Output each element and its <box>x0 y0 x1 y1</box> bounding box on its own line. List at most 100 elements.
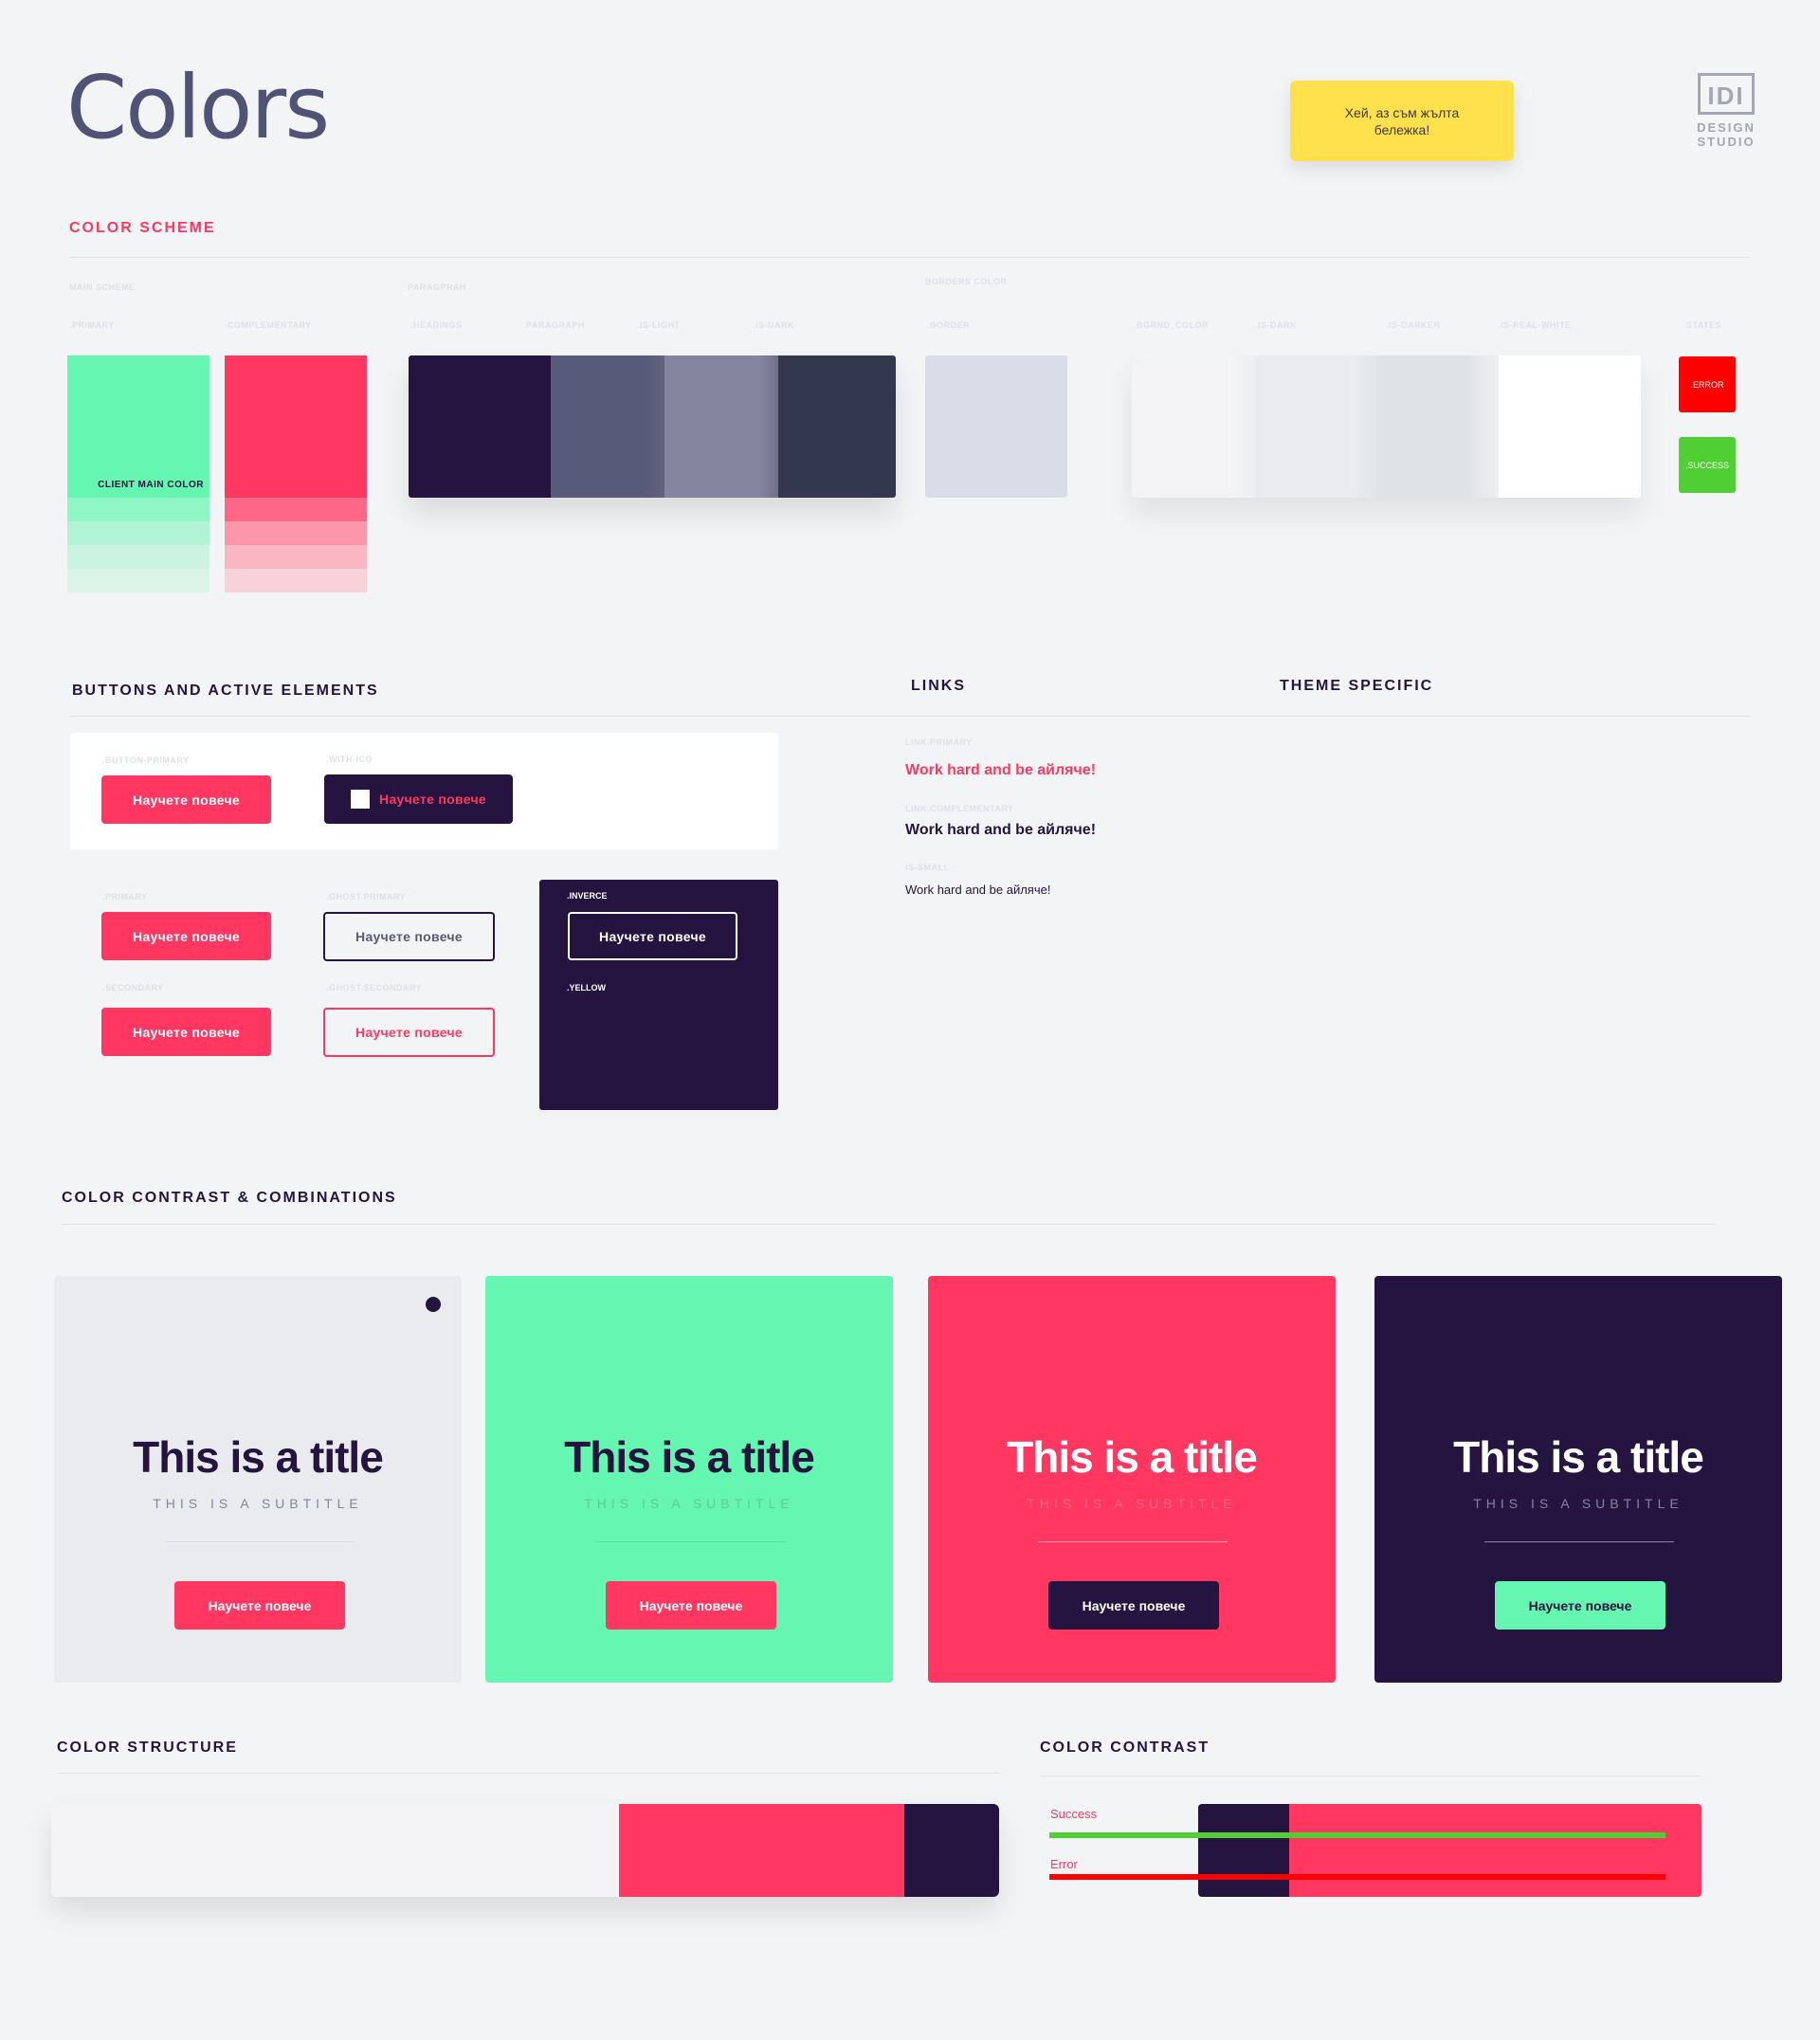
bg-is-real-white-label: .IS-REAL-WHITE <box>1498 320 1572 330</box>
structure-complementary-segment <box>619 1804 904 1897</box>
primary-button[interactable]: Научете повече <box>101 912 271 960</box>
primary-tint-1 <box>67 498 209 521</box>
sticky-note: Хей, аз съм жълта бележка! <box>1290 81 1514 161</box>
color-scheme-title: COLOR SCHEME <box>69 220 216 236</box>
color-structure-title: COLOR STRUCTURE <box>57 1739 238 1756</box>
logo-mark: IDI <box>1698 73 1755 115</box>
ghost-primary-label: .GHOST.PRIMARY <box>326 892 407 902</box>
combo-card-subtitle: THIS IS A SUBTITLE <box>1473 1496 1684 1511</box>
is-light-swatch <box>664 355 778 498</box>
combo-card-title: This is a title <box>1453 1432 1704 1482</box>
complementary-tint-1 <box>225 498 367 521</box>
border-label: .BORDER <box>927 320 971 330</box>
structure-dark-segment <box>904 1804 999 1897</box>
contrast-combos-title: COLOR CONTRAST & COMBINATIONS <box>62 1190 397 1206</box>
headings-swatch <box>409 355 551 498</box>
combo-card-button[interactable]: Научете повече <box>1048 1581 1219 1630</box>
page-title: Colors <box>66 57 330 158</box>
combo-card-button[interactable]: Научете повече <box>174 1581 345 1630</box>
complementary-swatch <box>225 355 367 592</box>
secondary-button[interactable]: Научете повече <box>101 1008 271 1056</box>
background-swatches <box>1132 355 1641 498</box>
combo-card-divider <box>595 1541 785 1542</box>
primary-tint-4 <box>67 569 209 592</box>
button-with-icon[interactable]: Научете повече <box>324 774 513 824</box>
combo-card-subtitle: THIS IS A SUBTITLE <box>584 1496 794 1511</box>
bg-is-darker-label: .IS-DARKER <box>1386 320 1441 330</box>
paragraph-label: .PARAGRAPH <box>523 320 585 330</box>
error-swatch: .ERROR <box>1679 356 1736 412</box>
combo-card-light: This is a title THIS IS A SUBTITLE Науче… <box>54 1276 462 1683</box>
bg-is-dark-swatch <box>1255 355 1376 498</box>
is-dark-label: .IS-DARK <box>753 320 794 330</box>
bg-is-dark-label: .IS-DARK <box>1255 320 1297 330</box>
link-primary-label: LINK.PRIMARY <box>905 738 973 747</box>
border-swatch <box>925 355 1067 498</box>
success-swatch: .SUCCESS <box>1679 437 1736 493</box>
logo-mark-text: IDI <box>1707 82 1745 110</box>
ghost-secondary-label: .GHOST.SECONDARY <box>326 983 423 993</box>
primary-swatch: CLIENT MAIN COLOR <box>67 355 209 592</box>
bgrnd-label: .BGRND_COLOR <box>1134 320 1210 330</box>
color-structure-divider <box>57 1773 1000 1774</box>
combo-card-primary: This is a title THIS IS A SUBTITLE Науче… <box>485 1276 893 1683</box>
link-complementary-label: LINK.COMPLEMENTARY <box>905 804 1014 813</box>
button-primary[interactable]: Научете повече <box>101 775 271 824</box>
bgrnd-swatch <box>1132 355 1255 498</box>
button-square-icon <box>351 790 371 809</box>
is-dark-swatch <box>778 355 896 498</box>
ghost-primary-button[interactable]: Научете повече <box>323 912 495 961</box>
inverce-button[interactable]: Научете повече <box>568 912 737 960</box>
combo-card-title: This is a title <box>1007 1432 1258 1482</box>
primary-tint-3 <box>67 545 209 569</box>
combo-card-divider <box>164 1541 354 1542</box>
ghost-secondary-button[interactable]: Научете повече <box>323 1008 495 1057</box>
combo-card-subtitle: THIS IS A SUBTITLE <box>1027 1496 1237 1511</box>
color-contrast-title: COLOR CONTRAST <box>1040 1739 1210 1756</box>
combo-card-title: This is a title <box>564 1432 815 1482</box>
secondary-btn-label: .SECONDARY <box>102 983 164 993</box>
with-ico-label: .WITH-ICO <box>326 755 373 764</box>
complementary-label: .COMPLEMENTARY <box>225 320 312 330</box>
yellow-label: .YELLOW <box>567 983 606 993</box>
contrast-success-label: Success <box>1050 1807 1098 1821</box>
primary-btn-label: .PRIMARY <box>102 892 148 902</box>
link-complementary[interactable]: Work hard and be айляче! <box>905 822 1096 839</box>
contrast-complementary-segment <box>1289 1804 1702 1897</box>
color-scheme-divider <box>69 257 1750 258</box>
link-small[interactable]: Work hard and be айляче! <box>905 883 1050 897</box>
paragraph-swatches <box>409 355 896 498</box>
link-primary[interactable]: Work hard and be айляче! <box>905 762 1096 779</box>
contrast-error-line <box>1049 1874 1665 1880</box>
contrast-dark-segment <box>1198 1804 1289 1897</box>
primary-swatch-base: CLIENT MAIN COLOR <box>67 355 209 498</box>
combo-card-subtitle: THIS IS A SUBTITLE <box>153 1496 363 1511</box>
color-contrast-bar <box>1198 1804 1702 1897</box>
dot-icon <box>426 1297 441 1312</box>
primary-label: .PRIMARY <box>69 320 115 330</box>
combo-card-dark: This is a title THIS IS A SUBTITLE Науче… <box>1374 1276 1782 1683</box>
buttons-divider <box>69 716 1750 717</box>
contrast-combos-divider <box>62 1224 1716 1225</box>
button-primary-label: .BUTTON-PRIMARY <box>102 756 190 765</box>
buttons-title: BUTTONS AND ACTIVE ELEMENTS <box>72 683 379 699</box>
logo-text-studio: STUDIO <box>1697 135 1756 149</box>
main-scheme-label: MAIN SCHEME <box>69 282 136 292</box>
inverce-label: .INVERCE <box>567 891 608 901</box>
structure-background-segment <box>51 1804 619 1897</box>
color-structure-bar <box>51 1804 999 1897</box>
combo-card-title: This is a title <box>133 1432 384 1482</box>
combo-card-button[interactable]: Научете повече <box>606 1581 776 1630</box>
client-main-color-label: CLIENT MAIN COLOR <box>98 480 204 490</box>
complementary-tint-3 <box>225 545 367 569</box>
combo-card-button[interactable]: Научете повече <box>1495 1581 1665 1630</box>
contrast-success-line <box>1049 1832 1665 1838</box>
headings-label: .HEADINGS <box>410 320 463 330</box>
is-small-label: IS-SMALL <box>905 863 950 872</box>
paragraph-swatch <box>551 355 664 498</box>
logo-text-design: DESIGN <box>1697 120 1756 135</box>
paragraph-group-label: PARAGPRAH <box>408 282 466 292</box>
studio-logo: IDI DESIGN STUDIO <box>1696 73 1756 149</box>
states-label: STATES <box>1686 320 1722 330</box>
theme-specific-title: THEME SPECIFIC <box>1280 678 1434 694</box>
